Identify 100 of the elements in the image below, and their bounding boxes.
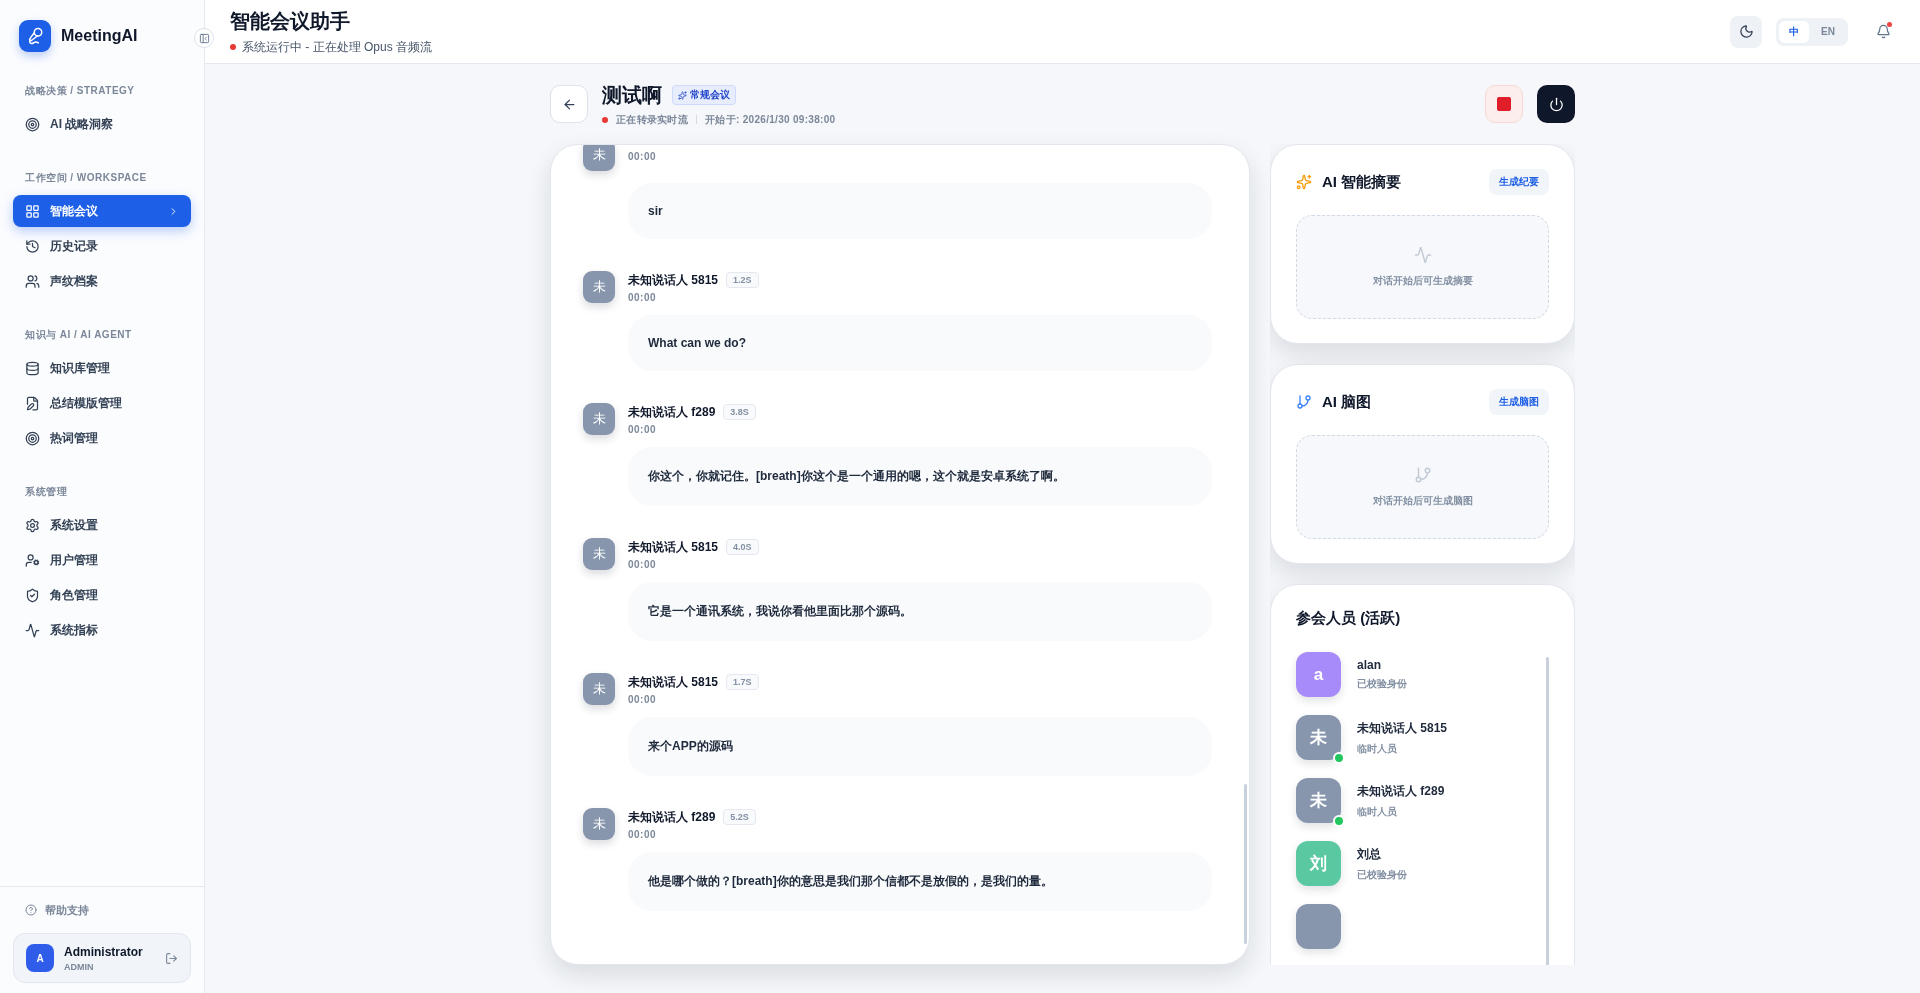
panel-title: AI 脑图 bbox=[1322, 392, 1372, 412]
nav-item[interactable]: AI 战略洞察 bbox=[13, 108, 191, 140]
status-dot bbox=[230, 44, 236, 50]
speaker-name: 未知说话人 5815 bbox=[628, 271, 719, 289]
timestamp: 00:00 bbox=[628, 291, 658, 303]
participant-status: 临时人员 bbox=[1357, 741, 1398, 756]
pulse-icon bbox=[1413, 246, 1432, 264]
recording-status: 正在转录实时流 bbox=[616, 112, 689, 127]
user-avatar: A bbox=[26, 944, 54, 972]
participant-avatar: 未 bbox=[1296, 715, 1341, 760]
speaker-name: 未知说话人 5815 bbox=[628, 673, 719, 691]
collapse-sidebar-button[interactable] bbox=[194, 28, 214, 48]
speaker-avatar: 未 bbox=[583, 673, 615, 705]
stop-recording-button[interactable] bbox=[1485, 85, 1523, 123]
settings-icon bbox=[25, 517, 40, 533]
help-link[interactable]: 帮助支持 bbox=[13, 899, 191, 921]
participant-status: 临时人员 bbox=[1357, 804, 1398, 819]
timestamp: 00:00 bbox=[628, 693, 658, 705]
section-title: 系统管理 bbox=[24, 485, 68, 499]
file-pen-icon bbox=[25, 395, 40, 411]
meeting-type-tag: 常规会议 bbox=[672, 85, 736, 105]
participant-avatar: 未 bbox=[1296, 778, 1341, 823]
nav-item[interactable]: 总结模版管理 bbox=[13, 387, 191, 419]
brand-name: MeetingAI bbox=[61, 27, 138, 45]
end-meeting-button[interactable] bbox=[1537, 85, 1575, 123]
participant-status: 已校验身份 bbox=[1357, 867, 1407, 882]
help-icon bbox=[25, 904, 37, 916]
speaker-name: 未知说话人 f289 bbox=[628, 403, 716, 421]
panel-title: AI 智能摘要 bbox=[1322, 172, 1402, 192]
participant-status: 已校验身份 bbox=[1357, 677, 1407, 691]
panel-title: 参会人员 (活跃) bbox=[1296, 609, 1401, 626]
timestamp: 00:00 bbox=[628, 151, 657, 162]
user-role: ADMIN bbox=[64, 961, 95, 972]
database-icon bbox=[25, 360, 40, 376]
history-icon bbox=[25, 238, 40, 254]
branch-icon bbox=[1413, 466, 1432, 484]
duration: 1.2S bbox=[726, 272, 759, 288]
nav-item[interactable]: 热词管理 bbox=[13, 422, 191, 454]
bell-icon bbox=[1876, 24, 1891, 39]
language-option[interactable]: 中 bbox=[1779, 20, 1810, 43]
user-gear-icon bbox=[25, 552, 40, 568]
message-bubble: 他是哪个做的？[breath]你的意思是我们那个信都不是放假的，是我们的量。 bbox=[628, 852, 1212, 911]
grid-icon bbox=[25, 203, 40, 219]
timestamp: 00:00 bbox=[628, 828, 658, 840]
message-bubble: 你这个，你就记住。[breath]你这个是一个通用的嗯，这个就是安卓系统了啊。 bbox=[628, 447, 1212, 506]
duration: 5.2S bbox=[723, 809, 756, 825]
nav-item[interactable]: 声纹档案 bbox=[13, 265, 191, 297]
moon-icon bbox=[1738, 24, 1754, 39]
participant-avatar: a bbox=[1296, 652, 1341, 697]
section-title: 战略决策 / STRATEGY bbox=[24, 84, 136, 98]
dark-mode-button[interactable] bbox=[1730, 15, 1763, 48]
generate-button[interactable]: 生成纪要 bbox=[1489, 169, 1549, 195]
target-icon bbox=[25, 430, 40, 446]
speaker-name: 未知说话人 f289 bbox=[628, 808, 716, 826]
nav-item[interactable]: 知识库管理 bbox=[13, 352, 191, 384]
shield-check-icon bbox=[25, 587, 40, 603]
section-title: 工作空间 / WORKSPACE bbox=[24, 171, 148, 185]
speaker-avatar: 未 bbox=[583, 403, 615, 435]
duration: 3.8S bbox=[723, 404, 756, 420]
nav-item[interactable]: 系统设置 bbox=[13, 509, 191, 541]
participant-name: 未知说话人 f289 bbox=[1357, 782, 1445, 800]
empty-state-text: 对话开始后可生成摘要 bbox=[1372, 274, 1473, 288]
message-bubble: 来个APP的源码 bbox=[628, 717, 1212, 776]
empty-state-text: 对话开始后可生成脑图 bbox=[1372, 494, 1473, 508]
start-time: 开始于: 2026/1/30 09:38:00 bbox=[705, 112, 836, 127]
participant-name: 刘总 bbox=[1357, 845, 1382, 863]
system-status: 系统运行中 - 正在处理 Opus 音频流 bbox=[242, 38, 432, 56]
branch-icon bbox=[1296, 394, 1312, 410]
meeting-title: 测试啊 bbox=[602, 82, 662, 108]
speaker-name: 未知说话人 5815 bbox=[628, 538, 719, 556]
generate-button[interactable]: 生成脑图 bbox=[1489, 389, 1549, 415]
sparkles-icon bbox=[678, 90, 687, 100]
speaker-avatar: 未 bbox=[583, 538, 615, 570]
speaker-avatar: 未 bbox=[583, 145, 615, 171]
timestamp: 00:00 bbox=[628, 558, 658, 570]
speaker-avatar: 未 bbox=[583, 271, 615, 303]
sidebar-toggle-icon bbox=[198, 32, 210, 44]
duration: 4.0S bbox=[726, 539, 759, 555]
nav-item[interactable]: 智能会议 bbox=[13, 195, 191, 227]
users-icon bbox=[25, 273, 40, 289]
microphone-icon bbox=[26, 27, 44, 45]
nav-item[interactable]: 角色管理 bbox=[13, 579, 191, 611]
logout-icon[interactable] bbox=[165, 951, 178, 965]
nav-item[interactable]: 系统指标 bbox=[13, 614, 191, 646]
target-icon bbox=[25, 116, 40, 132]
speaker-avatar: 未 bbox=[583, 808, 615, 840]
message-bubble: sir bbox=[628, 183, 1212, 239]
power-icon bbox=[1548, 96, 1564, 112]
page-title: 智能会议助手 bbox=[230, 8, 351, 34]
section-title: 知识与 AI / AI AGENT bbox=[24, 328, 133, 342]
participant-name: 未知说话人 5815 bbox=[1357, 719, 1448, 737]
participant-avatar: 刘 bbox=[1296, 841, 1341, 886]
participant-name: alan bbox=[1357, 658, 1382, 672]
nav-item[interactable]: 历史记录 bbox=[13, 230, 191, 262]
nav-item[interactable]: 用户管理 bbox=[13, 544, 191, 576]
pulse-icon bbox=[25, 622, 40, 638]
user-name: Administrator bbox=[64, 944, 144, 959]
message-bubble: 它是一个通讯系统，我说你看他里面比那个源码。 bbox=[628, 582, 1212, 641]
message-bubble: What can we do? bbox=[628, 315, 1212, 371]
timestamp: 00:00 bbox=[628, 423, 658, 435]
